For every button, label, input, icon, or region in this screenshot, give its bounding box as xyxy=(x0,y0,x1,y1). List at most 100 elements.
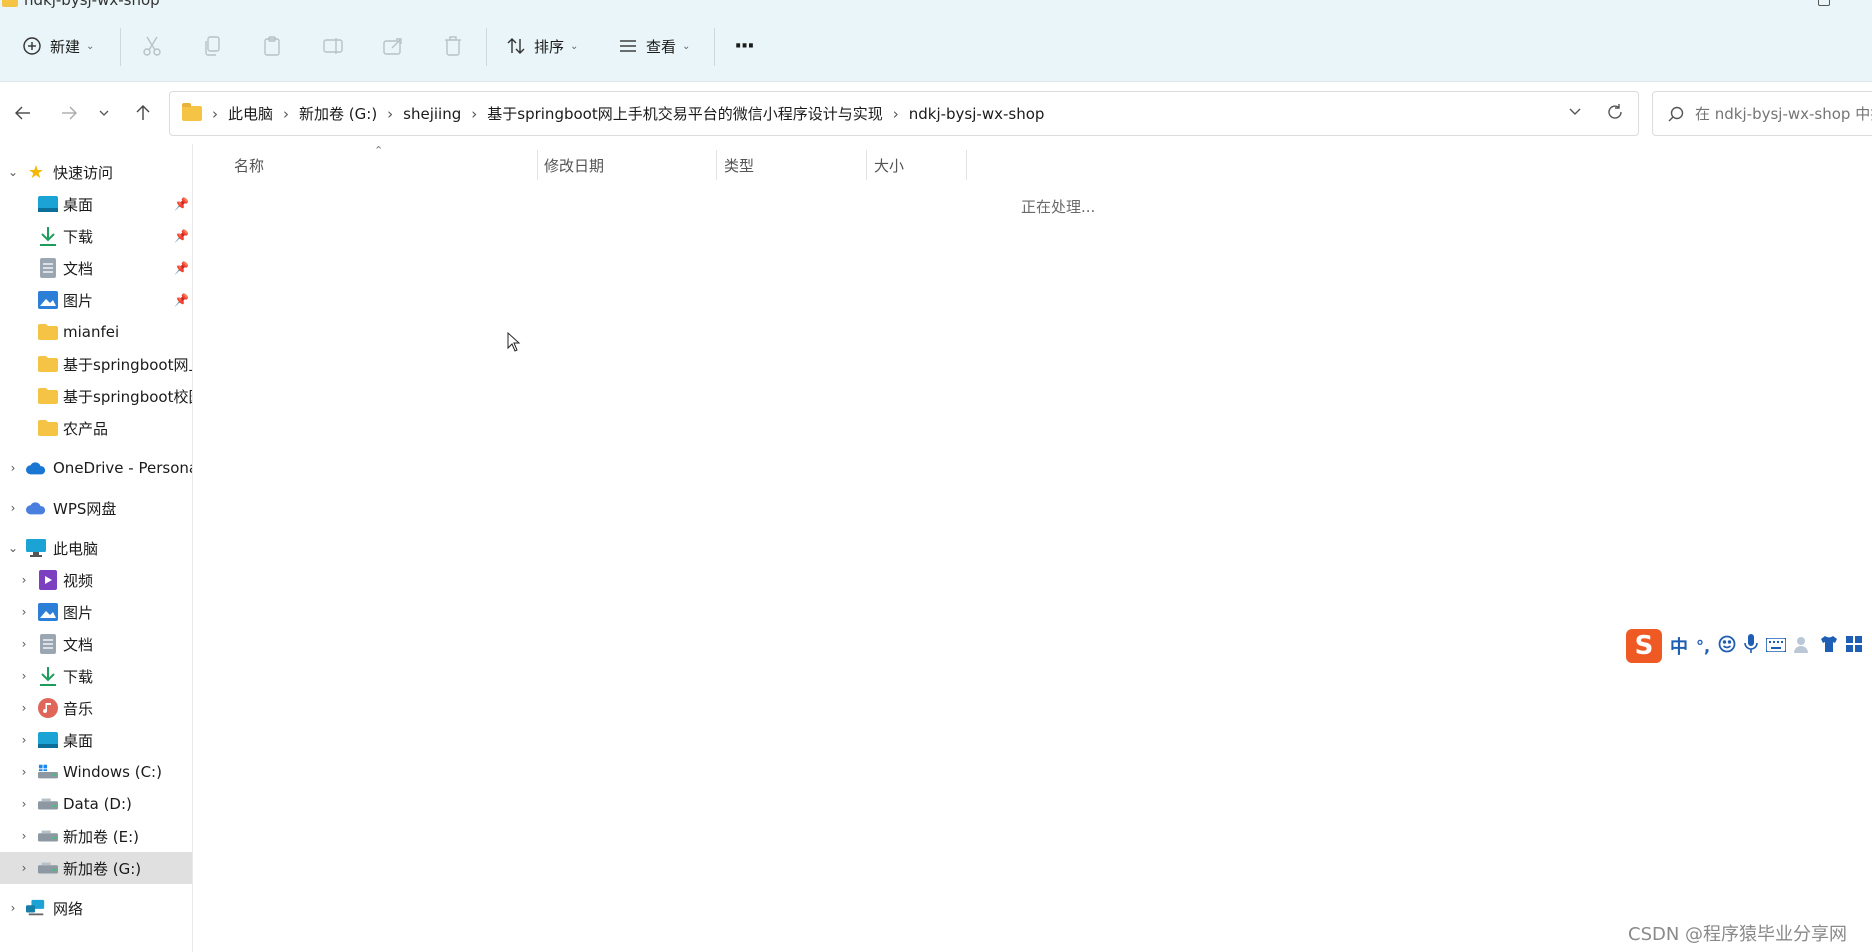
sidebar-item-pictures[interactable]: 图片 📌 xyxy=(0,284,192,316)
user-skin-icon[interactable] xyxy=(1794,635,1812,658)
refresh-button[interactable] xyxy=(1606,103,1624,125)
chevron-right-icon[interactable]: › xyxy=(17,573,31,587)
column-header-name[interactable]: 名称 xyxy=(234,150,534,180)
sidebar-item-drive-d[interactable]: › Data (D:) xyxy=(0,788,192,820)
share-button[interactable] xyxy=(382,26,404,66)
column-divider[interactable] xyxy=(537,150,538,180)
copy-button[interactable] xyxy=(203,26,223,66)
sidebar-item-pc-downloads[interactable]: › 下载 xyxy=(0,660,192,692)
column-header-date-modified[interactable]: 修改日期 xyxy=(544,150,704,180)
delete-button[interactable] xyxy=(443,26,463,66)
column-divider[interactable] xyxy=(866,150,867,180)
column-divider[interactable] xyxy=(716,150,717,180)
sidebar-item-label: 新加卷 (E:) xyxy=(63,827,140,846)
restore-button[interactable] xyxy=(1818,0,1830,6)
sidebar-item-drive-g[interactable]: › 新加卷 (G:) xyxy=(0,852,192,884)
sidebar-item-pc-desktop[interactable]: › 桌面 xyxy=(0,724,192,756)
chevron-right-icon[interactable]: › xyxy=(17,861,31,875)
chevron-right-icon[interactable]: › xyxy=(6,501,20,515)
sort-button[interactable]: 排序 ⌄ xyxy=(506,26,578,66)
column-header-label: 名称 xyxy=(234,156,265,175)
sidebar-item-label: 快速访问 xyxy=(53,163,114,182)
recent-locations-button[interactable] xyxy=(94,100,114,126)
file-list-pane[interactable]: ⌃ 名称 修改日期 类型 大小 正在处理... xyxy=(194,144,1872,952)
sidebar-item-wps[interactable]: › WPS网盘 xyxy=(0,492,192,524)
column-divider[interactable] xyxy=(966,150,967,180)
breadcrumb-shejiing[interactable]: shejiing xyxy=(403,105,461,123)
more-options-button[interactable]: ··· xyxy=(730,26,755,66)
breadcrumb-drive-g[interactable]: 新加卷 (G:) xyxy=(299,103,377,124)
keyboard-icon[interactable] xyxy=(1765,636,1787,657)
chevron-right-icon[interactable]: › xyxy=(283,105,289,123)
chevron-right-icon[interactable]: › xyxy=(17,701,31,715)
sidebar-item-drive-e[interactable]: › 新加卷 (E:) xyxy=(0,820,192,852)
sidebar-item-this-pc[interactable]: ⌄ 此电脑 xyxy=(0,532,192,564)
forward-button[interactable] xyxy=(56,100,82,126)
paste-button[interactable] xyxy=(262,26,282,66)
sidebar-item-label: WPS网盘 xyxy=(53,499,117,518)
sidebar-item-drive-c[interactable]: › Windows (C:) xyxy=(0,756,192,788)
ime-toolbar[interactable]: S 中 °, xyxy=(1626,628,1872,664)
chevron-right-icon[interactable]: › xyxy=(893,105,899,123)
sidebar-item-farm-products[interactable]: 农产品 xyxy=(0,412,192,444)
pin-icon[interactable]: 📌 xyxy=(174,197,189,211)
sidebar-item-desktop[interactable]: 桌面 📌 xyxy=(0,188,192,220)
sidebar-item-campus-folder[interactable]: 基于springboot校园 xyxy=(0,380,192,412)
sidebar-item-pc-pictures[interactable]: › 图片 xyxy=(0,596,192,628)
sogou-logo-icon[interactable]: S xyxy=(1626,629,1662,663)
scissors-icon xyxy=(142,35,162,57)
chevron-right-icon[interactable]: › xyxy=(471,105,477,123)
arrow-up-icon xyxy=(136,105,150,120)
sidebar-item-documents[interactable]: 文档 📌 xyxy=(0,252,192,284)
chevron-right-icon[interactable]: › xyxy=(17,733,31,747)
breadcrumb-project-folder[interactable]: 基于springboot网上手机交易平台的微信小程序设计与实现 xyxy=(487,103,882,124)
cloud-icon xyxy=(26,458,46,478)
search-input[interactable] xyxy=(1695,104,1872,123)
chevron-down-icon[interactable]: ⌄ xyxy=(6,165,20,179)
microphone-icon[interactable] xyxy=(1744,633,1758,659)
view-button[interactable]: 查看 ⌄ xyxy=(618,26,690,66)
sidebar-item-mianfei[interactable]: mianfei xyxy=(0,316,192,348)
shirt-icon[interactable] xyxy=(1820,635,1838,658)
sidebar-item-music[interactable]: › 音乐 xyxy=(0,692,192,724)
back-button[interactable] xyxy=(10,100,36,126)
chevron-right-icon[interactable]: › xyxy=(6,901,20,915)
column-header-size[interactable]: 大小 xyxy=(874,150,964,180)
emoji-icon[interactable] xyxy=(1718,635,1736,658)
ime-punctuation-toggle[interactable]: °, xyxy=(1696,637,1710,656)
ime-mode-toggle[interactable]: 中 xyxy=(1670,633,1688,659)
rename-button[interactable] xyxy=(322,26,344,66)
pin-icon[interactable]: 📌 xyxy=(174,293,189,307)
breadcrumb-this-pc[interactable]: 此电脑 xyxy=(228,103,273,124)
sidebar-item-onedrive[interactable]: › OneDrive - Personal xyxy=(0,452,192,484)
chevron-right-icon[interactable]: › xyxy=(17,797,31,811)
pin-icon[interactable]: 📌 xyxy=(174,229,189,243)
chevron-down-icon[interactable]: ⌄ xyxy=(6,541,20,555)
chevron-right-icon[interactable]: › xyxy=(17,637,31,651)
address-bar[interactable]: › 此电脑 › 新加卷 (G:) › shejiing › 基于springbo… xyxy=(169,91,1639,136)
sidebar-item-network[interactable]: › 网络 xyxy=(0,892,192,924)
chevron-right-icon[interactable]: › xyxy=(387,105,393,123)
chevron-right-icon[interactable]: › xyxy=(6,461,20,475)
sidebar-item-project-folder[interactable]: 基于springboot网上手机交易平台的微信小程序设计与实现 xyxy=(0,348,192,380)
chevron-right-icon[interactable]: › xyxy=(17,669,31,683)
sidebar-item-videos[interactable]: › 视频 xyxy=(0,564,192,596)
breadcrumb-current[interactable]: ndkj-bysj-wx-shop xyxy=(909,105,1045,123)
column-header-type[interactable]: 类型 xyxy=(724,150,864,180)
search-box[interactable] xyxy=(1652,91,1872,136)
cut-button[interactable] xyxy=(142,26,162,66)
up-button[interactable] xyxy=(130,100,156,126)
address-history-button[interactable] xyxy=(1568,104,1582,122)
sidebar-item-quick-access[interactable]: ⌄ ★ 快速访问 xyxy=(0,156,192,188)
chevron-right-icon[interactable]: › xyxy=(17,829,31,843)
sidebar-item-pc-documents[interactable]: › 文档 xyxy=(0,628,192,660)
chevron-right-icon[interactable]: › xyxy=(17,765,31,779)
grid-menu-icon[interactable] xyxy=(1846,635,1863,657)
document-icon xyxy=(38,634,58,654)
download-icon xyxy=(38,666,58,686)
chevron-right-icon[interactable]: › xyxy=(17,605,31,619)
folder-icon xyxy=(38,418,58,438)
pin-icon[interactable]: 📌 xyxy=(174,261,189,275)
new-button[interactable]: 新建 ⌄ xyxy=(22,26,94,66)
sidebar-item-downloads[interactable]: 下载 📌 xyxy=(0,220,192,252)
